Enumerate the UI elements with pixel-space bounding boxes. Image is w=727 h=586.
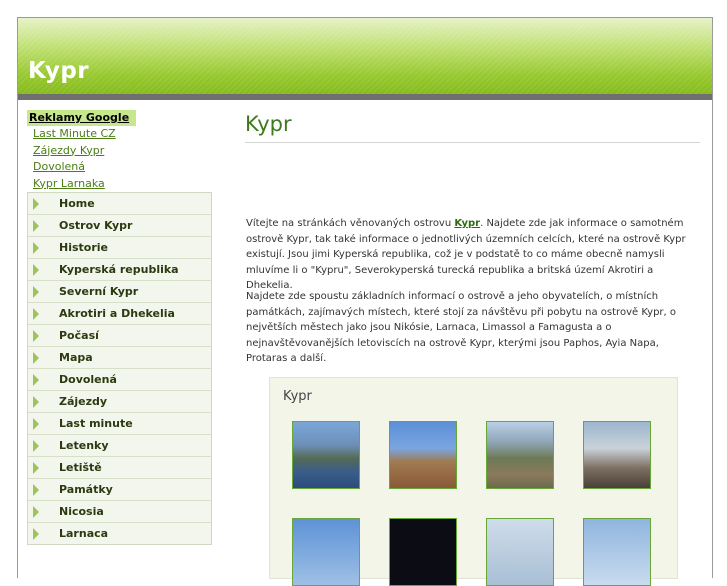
- menu-item-dovolena[interactable]: Dovolená: [28, 369, 211, 391]
- menu-item-historie[interactable]: Historie: [28, 237, 211, 259]
- main-content: Kypr Vítejte na stránkách věnovaných ost…: [245, 110, 700, 586]
- arrow-right-icon: [33, 264, 39, 276]
- gallery-thumbnail[interactable]: [583, 518, 651, 586]
- menu-item-label: Zájezdy: [59, 395, 108, 408]
- gallery-thumbnail[interactable]: [389, 421, 457, 489]
- gallery-thumbnail[interactable]: [486, 518, 554, 586]
- menu-item-last-minute[interactable]: Last minute: [28, 413, 211, 435]
- menu-item-pamatky[interactable]: Památky: [28, 479, 211, 501]
- menu-item-label: Nicosia: [59, 505, 104, 518]
- arrow-right-icon: [33, 286, 39, 298]
- kypr-link[interactable]: Kypr: [454, 218, 480, 229]
- menu-item-label: Památky: [59, 483, 113, 496]
- menu-item-mapa[interactable]: Mapa: [28, 347, 211, 369]
- ad-link-dovolena[interactable]: Dovolená: [27, 159, 211, 176]
- gallery-thumbnail[interactable]: [292, 518, 360, 586]
- menu-item-zajezdy[interactable]: Zájezdy: [28, 391, 211, 413]
- arrow-right-icon: [33, 528, 39, 540]
- ad-link-larnaka[interactable]: Kypr Larnaka: [27, 176, 211, 193]
- header-pattern: [18, 18, 712, 94]
- menu-item-label: Mapa: [59, 351, 93, 364]
- gallery-title: Kypr: [283, 389, 312, 404]
- menu-item-label: Last minute: [59, 417, 133, 430]
- arrow-right-icon: [33, 440, 39, 452]
- ad-link-last-minute[interactable]: Last Minute CZ: [27, 126, 211, 143]
- intro-paragraph: Vítejte na stránkách věnovaných ostrovu …: [246, 216, 701, 294]
- arrow-right-icon: [33, 506, 39, 518]
- menu-item-label: Letiště: [59, 461, 102, 474]
- menu-item-ostrov-kypr[interactable]: Ostrov Kypr: [28, 215, 211, 237]
- site-title[interactable]: Kypr: [28, 58, 89, 84]
- menu-item-nicosia[interactable]: Nicosia: [28, 501, 211, 523]
- photo-gallery: Kypr: [269, 377, 678, 586]
- menu-item-letiste[interactable]: Letiště: [28, 457, 211, 479]
- page-title: Kypr: [245, 110, 700, 143]
- arrow-right-icon: [33, 308, 39, 320]
- menu-item-akrotiri[interactable]: Akrotiri a Dhekelia: [28, 303, 211, 325]
- menu-item-home[interactable]: Home: [28, 193, 211, 215]
- menu-item-label: Kyperská republika: [59, 263, 179, 276]
- menu-item-label: Historie: [59, 241, 108, 254]
- arrow-right-icon: [33, 418, 39, 430]
- gallery-thumbnail[interactable]: [292, 421, 360, 489]
- arrow-right-icon: [33, 352, 39, 364]
- site-header: Kypr: [18, 18, 712, 94]
- ad-link-zajezdy[interactable]: Zájezdy Kypr: [27, 143, 211, 160]
- menu-item-label: Severní Kypr: [59, 285, 139, 298]
- side-menu: Home Ostrov Kypr Historie Kyperská repub…: [27, 192, 212, 545]
- menu-item-label: Letenky: [59, 439, 109, 452]
- arrow-right-icon: [33, 220, 39, 232]
- menu-item-letenky[interactable]: Letenky: [28, 435, 211, 457]
- menu-item-label: Larnaca: [59, 527, 109, 540]
- arrow-right-icon: [33, 484, 39, 496]
- menu-item-kyperska-republika[interactable]: Kyperská republika: [28, 259, 211, 281]
- menu-item-severni-kypr[interactable]: Severní Kypr: [28, 281, 211, 303]
- menu-item-label: Home: [59, 197, 95, 210]
- arrow-right-icon: [33, 242, 39, 254]
- gallery-thumbnail[interactable]: [486, 421, 554, 489]
- header-divider: [18, 94, 712, 100]
- menu-item-label: Ostrov Kypr: [59, 219, 133, 232]
- gallery-thumbnail[interactable]: [583, 421, 651, 489]
- arrow-right-icon: [33, 396, 39, 408]
- menu-item-label: Dovolená: [59, 373, 117, 386]
- arrow-right-icon: [33, 374, 39, 386]
- info-paragraph: Najdete zde spoustu základních informací…: [246, 291, 676, 364]
- page: Kypr Reklamy Google Last Minute CZ Zájez…: [17, 17, 713, 586]
- arrow-right-icon: [33, 330, 39, 342]
- menu-item-label: Akrotiri a Dhekelia: [59, 307, 175, 320]
- ads-title-link[interactable]: Reklamy Google: [27, 110, 136, 126]
- arrow-right-icon: [33, 198, 39, 210]
- arrow-right-icon: [33, 462, 39, 474]
- menu-item-pocasi[interactable]: Počasí: [28, 325, 211, 347]
- menu-item-label: Počasí: [59, 329, 99, 342]
- intro-text-start: Vítejte na stránkách věnovaných ostrovu: [246, 218, 455, 229]
- gallery-thumbnail[interactable]: [389, 518, 457, 586]
- menu-item-larnaca[interactable]: Larnaca: [28, 523, 211, 544]
- sidebar: Reklamy Google Last Minute CZ Zájezdy Ky…: [27, 110, 212, 545]
